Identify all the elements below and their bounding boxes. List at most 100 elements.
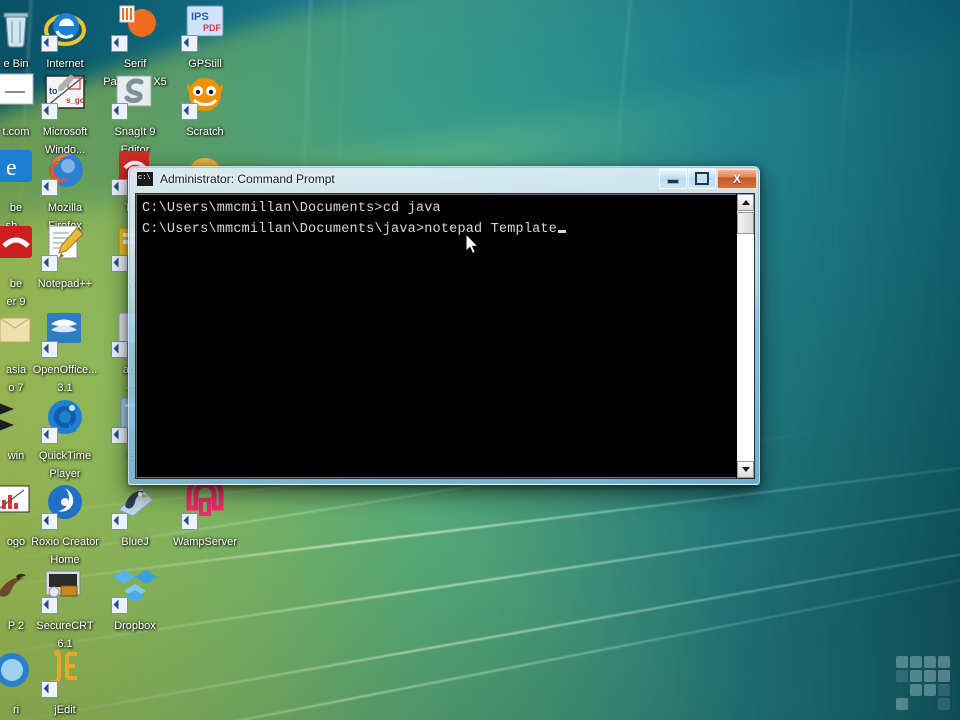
window-titlebar[interactable]: Administrator: Command Prompt X <box>128 166 760 192</box>
shortcut-arrow-icon <box>111 341 128 358</box>
watermark-cell <box>938 684 950 696</box>
console-scrollbar[interactable] <box>736 194 754 478</box>
desktop-icon-openoffice-31[interactable]: OpenOffice... 3.1 <box>27 310 103 396</box>
desktop-icon-dropbox[interactable]: Dropbox <box>97 566 173 634</box>
console-line: C:\Users\mmcmillan\Documents>cd java <box>142 201 441 216</box>
desktop-icon-gpstill[interactable]: IPS PDF GPStill <box>167 4 243 72</box>
desktop-icon-label: Dropbox <box>114 620 156 632</box>
watermark-cell <box>938 698 950 710</box>
desktop-icon-label: BlueJ <box>121 536 149 548</box>
desktop-icon-roxio-creator-home[interactable]: Roxio Creator Home <box>27 482 103 568</box>
microsoft-windows-icon: to s_go <box>41 72 89 120</box>
shortcut-arrow-icon <box>41 513 58 530</box>
watermark-cell <box>910 684 922 696</box>
desktop-icon-notepad-plus-plus[interactable]: Notepad++ <box>27 224 103 292</box>
desktop-icon-label: be er 9 <box>6 278 26 308</box>
watermark-cell <box>896 670 908 682</box>
shortcut-arrow-icon <box>41 35 58 52</box>
desktop-icon-securecrt-61[interactable]: SecureCRT 6.1 <box>27 566 103 652</box>
jedit-icon <box>41 650 89 698</box>
gpstill-icon: IPS PDF <box>181 4 229 52</box>
watermark-cell <box>924 656 936 668</box>
scroll-thumb[interactable] <box>737 212 754 234</box>
close-button[interactable]: X <box>717 168 757 189</box>
desktop-icon-label: t.com <box>2 126 30 138</box>
desktop-icon-microsoft-windows[interactable]: to s_go Microsoft Windo... <box>27 72 103 158</box>
shortcut-arrow-icon <box>41 427 58 444</box>
desktop-icon-jedit[interactable]: jEdit <box>27 650 103 718</box>
watermark-cell <box>938 670 950 682</box>
wampserver-icon <box>181 475 229 530</box>
watermark-cell <box>910 656 922 668</box>
desktop-icon-label: win <box>7 450 25 462</box>
desktop-icon-label: Notepad++ <box>37 278 93 290</box>
desktop-icon-label: OpenOffice... 3.1 <box>32 364 98 394</box>
shortcut-arrow-icon <box>41 597 58 614</box>
shortcut-arrow-icon <box>41 341 58 358</box>
desktop-icon-label: ri <box>12 704 20 716</box>
dropbox-icon <box>111 566 159 614</box>
desktop-icon-mozilla-firefox[interactable]: MozillaFirefox <box>27 148 103 234</box>
desktop[interactable]: e BinInternetExplorerSerifPagePlus X5IPS… <box>0 0 960 720</box>
watermark-cell <box>924 684 936 696</box>
svg-text:IPS: IPS <box>191 11 209 23</box>
desktop-icon-label: Roxio Creator Home <box>31 536 99 566</box>
console-line: C:\Users\mmcmillan\Documents\java>notepa… <box>142 219 735 240</box>
quicktime-player-icon <box>41 396 89 444</box>
roxio-creator-home-icon <box>41 482 89 530</box>
desktop-icon-label: QuickTime Player <box>38 450 92 480</box>
notepad-plus-plus-icon <box>41 224 89 272</box>
desktop-icon-label: WampServer <box>173 536 237 548</box>
desktop-icon-label: ogo <box>6 536 26 548</box>
watermark-cell <box>896 698 908 710</box>
shortcut-arrow-icon <box>41 681 58 698</box>
shortcut-arrow-icon <box>41 179 58 196</box>
desktop-icon-label: asia o 7 <box>5 364 27 394</box>
shortcut-arrow-icon <box>111 427 128 444</box>
securecrt-61-icon <box>41 566 89 614</box>
window-title: Administrator: Command Prompt <box>160 172 335 186</box>
scroll-down-button[interactable] <box>737 461 754 478</box>
desktop-icon-label: Scratch <box>186 126 224 138</box>
console-caret <box>558 230 567 233</box>
window-controls: X <box>659 168 757 189</box>
svg-text:e: e <box>6 155 17 181</box>
snagit-9-editor-icon <box>111 72 159 120</box>
shortcut-arrow-icon <box>111 597 128 614</box>
console-icon <box>136 171 154 187</box>
desktop-icon-label: SecureCRT 6.1 <box>36 620 94 650</box>
desktop-icon-bluej[interactable]: BlueJ <box>97 482 173 550</box>
serif-pageplus-x5-icon <box>111 4 159 52</box>
maximize-icon <box>695 172 709 185</box>
desktop-icon-wampserver[interactable]: WampServer <box>167 475 243 550</box>
shortcut-arrow-icon <box>181 35 198 52</box>
shortcut-arrow-icon <box>41 103 58 120</box>
console-output-area[interactable]: C:\Users\mmcmillan\Documents>cd java C:\U… <box>135 193 755 479</box>
shortcut-arrow-icon <box>111 513 128 530</box>
watermark-cell <box>938 656 950 668</box>
console-text: C:\Users\mmcmillan\Documents>cd java C:\U… <box>142 198 735 240</box>
desktop-icon-scratch[interactable]: Scratch <box>167 72 243 140</box>
svg-text:s_go: s_go <box>66 96 85 105</box>
bluej-icon <box>111 482 159 530</box>
scroll-down-arrow-icon <box>741 467 750 472</box>
minimize-button[interactable] <box>659 168 687 189</box>
watermark-cell <box>896 656 908 668</box>
desktop-icon-label: P 2 <box>7 620 25 632</box>
screen-recorder-watermark <box>896 656 950 710</box>
shortcut-arrow-icon <box>111 35 128 52</box>
scroll-up-arrow-icon <box>741 200 750 205</box>
desktop-icon-label: jEdit <box>54 704 76 716</box>
shortcut-arrow-icon <box>41 255 58 272</box>
shortcut-arrow-icon <box>111 179 128 196</box>
scroll-up-button[interactable] <box>737 194 754 211</box>
desktop-icon-quicktime-player[interactable]: QuickTime Player <box>27 396 103 482</box>
command-prompt-window[interactable]: Administrator: Command Prompt X C:\Users… <box>128 166 760 485</box>
shortcut-arrow-icon <box>111 255 128 272</box>
svg-text:PDF: PDF <box>203 23 222 33</box>
watermark-cell <box>910 670 922 682</box>
maximize-button[interactable] <box>688 168 716 189</box>
shortcut-arrow-icon <box>181 513 198 530</box>
desktop-icon-snagit-9-editor[interactable]: SnagIt 9 Editor <box>97 72 173 158</box>
desktop-icon-label: GPStill <box>188 58 222 70</box>
